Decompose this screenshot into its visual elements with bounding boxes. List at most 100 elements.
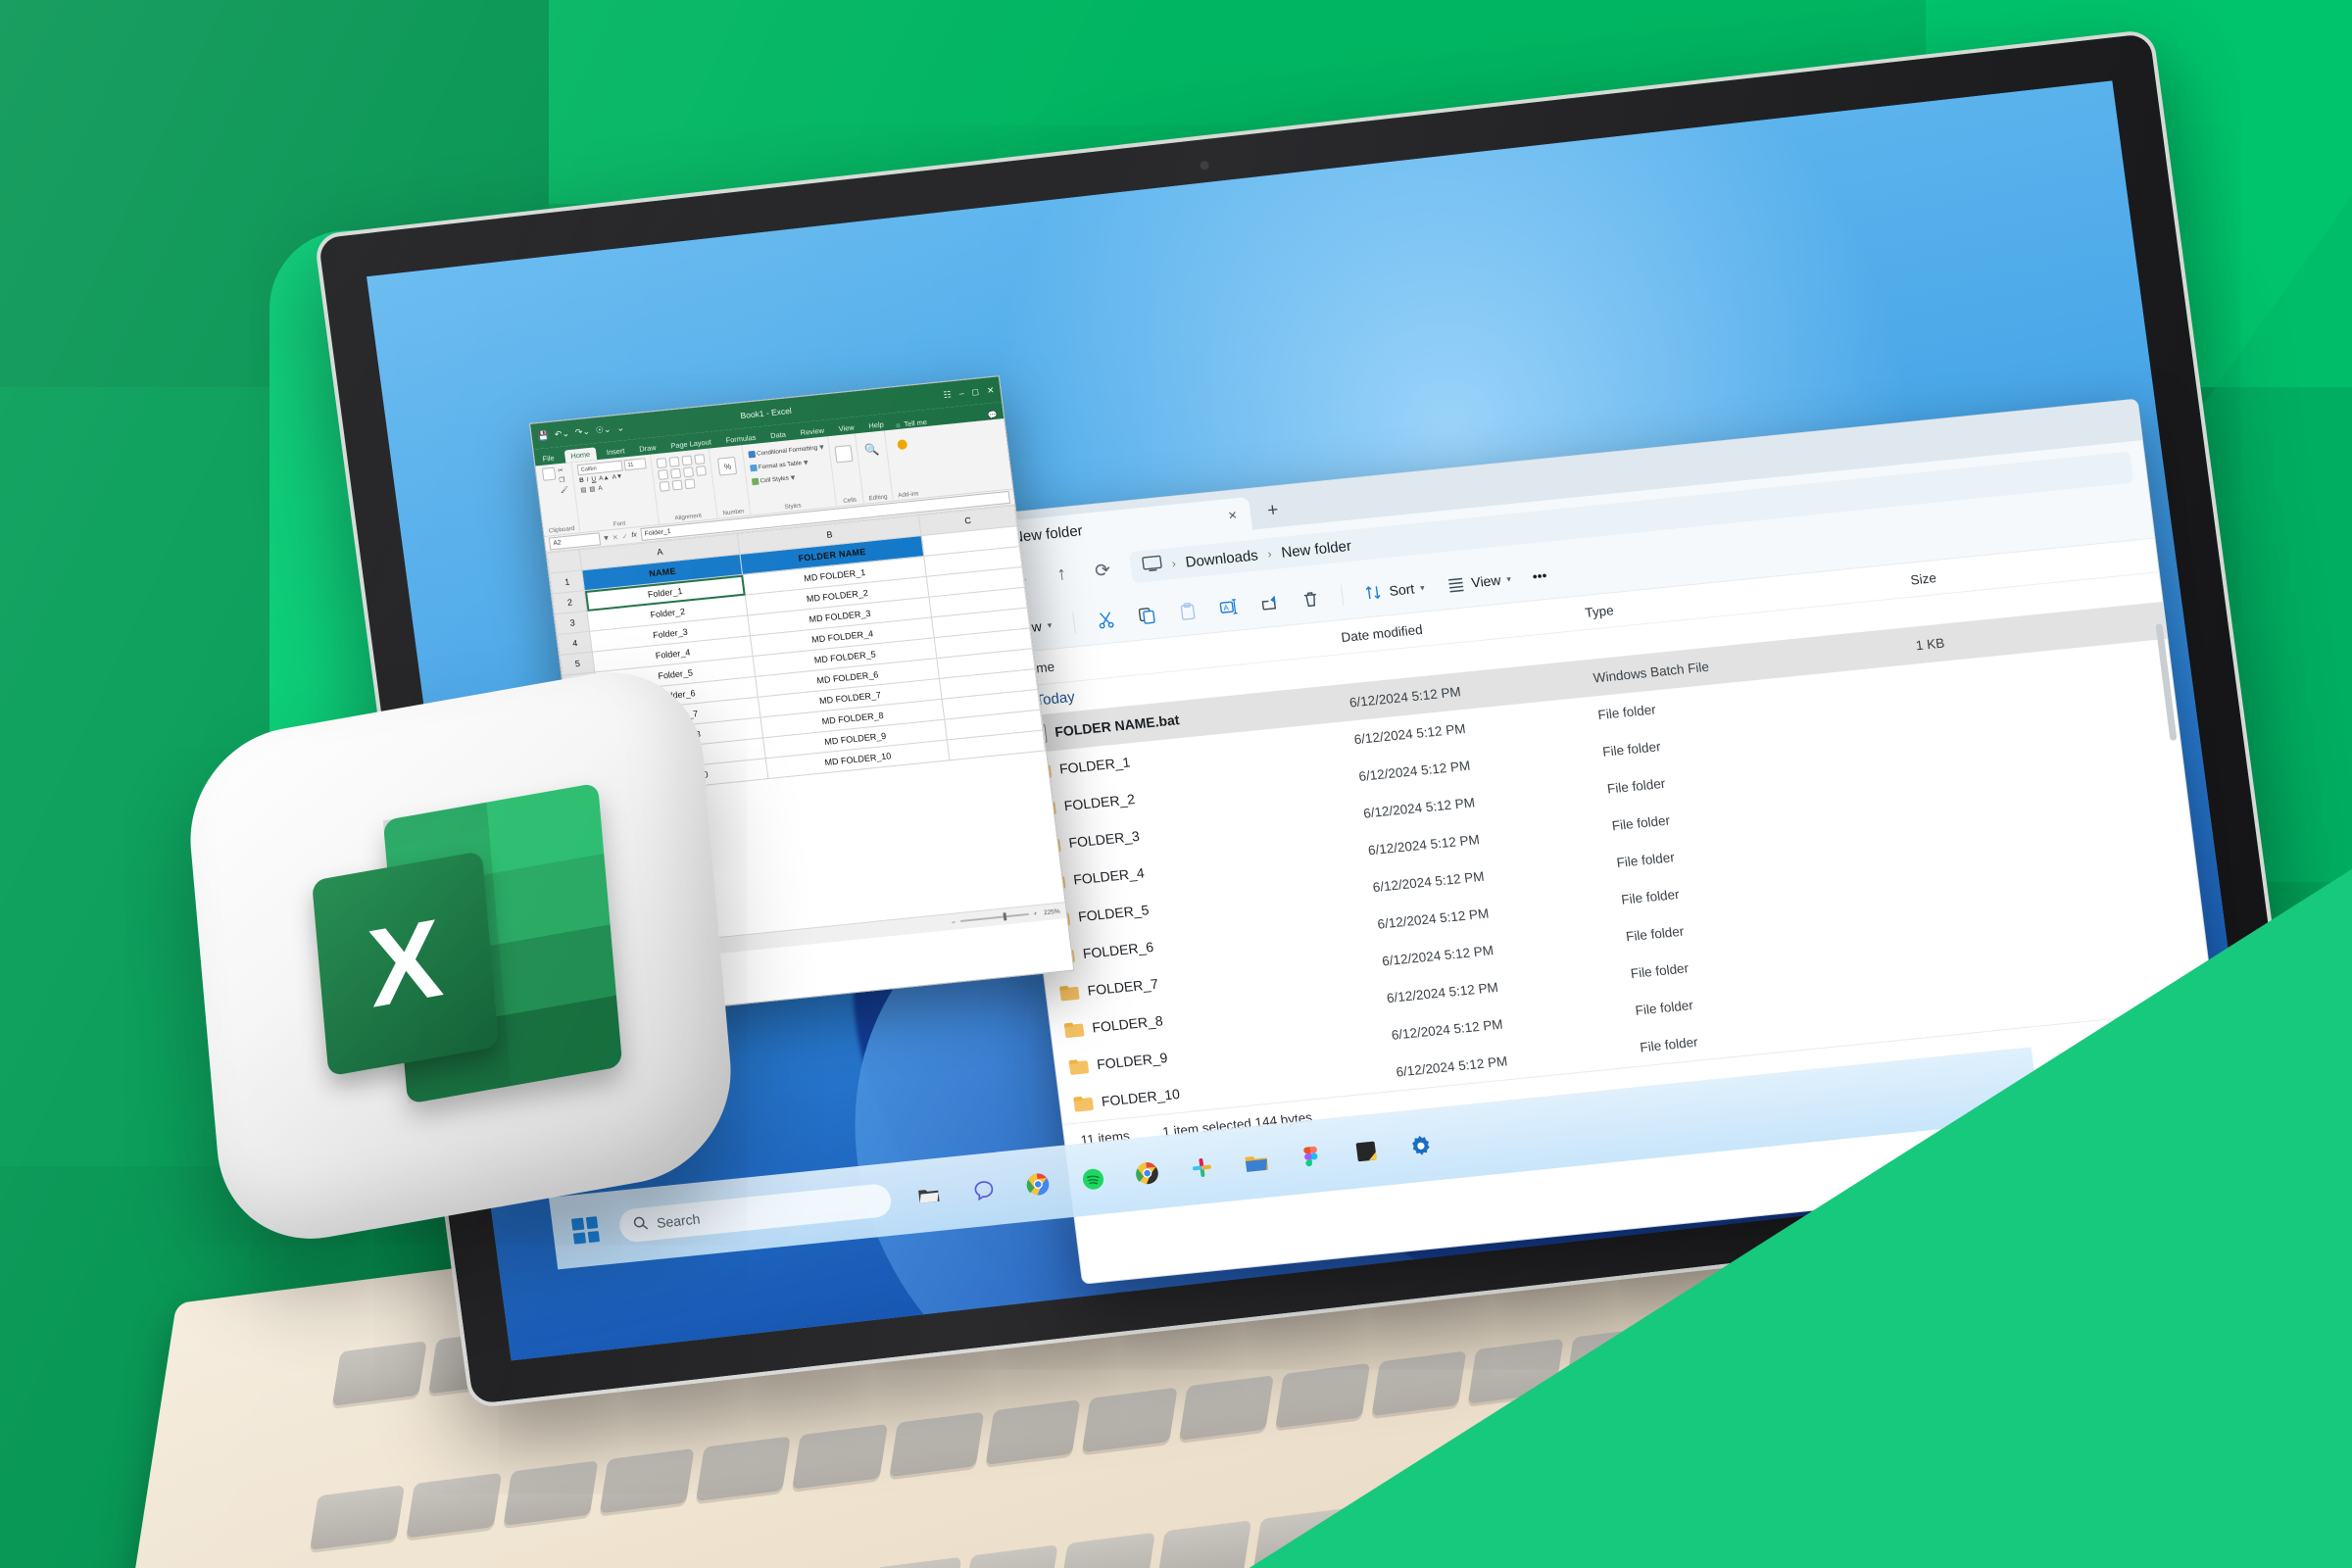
font-color-icon[interactable]: A bbox=[598, 484, 603, 491]
file-name-label: FOLDER NAME.bat bbox=[1054, 711, 1181, 740]
borders-icon[interactable]: ▤ bbox=[580, 485, 587, 494]
format-painter-icon[interactable]: 🖌 bbox=[560, 485, 568, 494]
increase-font-icon[interactable]: A▲ bbox=[599, 474, 610, 482]
ribbon-group-alignment[interactable]: Alignment bbox=[651, 448, 719, 525]
decrease-indent-icon[interactable] bbox=[660, 480, 671, 492]
align-center-icon[interactable] bbox=[670, 467, 682, 479]
excel-tab-data[interactable]: Data bbox=[765, 427, 790, 442]
orientation-icon[interactable] bbox=[694, 454, 707, 466]
keyboard-key bbox=[599, 1448, 695, 1514]
close-icon[interactable]: × bbox=[1227, 507, 1238, 524]
zoom-level[interactable]: 225% bbox=[1044, 907, 1060, 916]
excel-logo-x: X bbox=[312, 851, 500, 1077]
file-size-cell bbox=[1817, 714, 1967, 729]
increase-indent-icon[interactable] bbox=[671, 479, 684, 491]
taskbar-search-input[interactable]: Search bbox=[617, 1182, 894, 1244]
align-left-icon[interactable] bbox=[658, 468, 669, 480]
chevron-down-icon[interactable]: ▾ bbox=[604, 532, 610, 543]
customize-qat-icon[interactable]: ⌄ bbox=[616, 422, 625, 433]
enter-icon[interactable]: ✓ bbox=[621, 532, 628, 541]
toolbar-divider bbox=[1340, 584, 1345, 607]
refresh-icon[interactable]: ⟳ bbox=[1089, 557, 1117, 584]
add-ins-icon[interactable] bbox=[896, 439, 908, 451]
folder-icon bbox=[1064, 1021, 1085, 1038]
format-as-table-label: Format as Table bbox=[758, 460, 803, 471]
quick-access-toolbar[interactable]: 💾 ↶⌄ ↷⌄ ☉⌄ ⌄ bbox=[537, 422, 625, 441]
cut-icon[interactable]: ✂ bbox=[558, 466, 566, 475]
excel-tab-insert[interactable]: Insert bbox=[602, 444, 629, 460]
zoom-slider-knob[interactable] bbox=[1003, 912, 1007, 921]
find-select-icon[interactable]: 🔍 bbox=[864, 442, 881, 457]
excel-window-controls[interactable]: ☷ – ◻ ✕ bbox=[943, 384, 995, 400]
align-bottom-icon[interactable] bbox=[681, 455, 694, 466]
slack-icon[interactable] bbox=[1183, 1150, 1220, 1186]
undo-icon[interactable]: ↶⌄ bbox=[554, 427, 569, 438]
this-pc-icon bbox=[1142, 555, 1163, 576]
copy-icon[interactable] bbox=[1136, 605, 1157, 626]
excel-tab-help[interactable]: Help bbox=[864, 417, 889, 432]
breadcrumb-downloads[interactable]: Downloads bbox=[1185, 547, 1259, 570]
folder-icon[interactable] bbox=[1238, 1144, 1275, 1180]
cancel-icon[interactable]: ✕ bbox=[612, 533, 618, 542]
zoom-out-icon[interactable]: – bbox=[952, 918, 956, 925]
chrome-icon[interactable] bbox=[1129, 1155, 1166, 1192]
conditional-formatting-label: Conditional Formatting bbox=[756, 444, 818, 458]
number-format-icon[interactable]: % bbox=[717, 456, 738, 476]
share-icon[interactable] bbox=[1258, 592, 1280, 613]
insert-function-icon[interactable]: fx bbox=[631, 531, 637, 538]
underline-button[interactable]: U bbox=[591, 475, 596, 482]
more-options-button[interactable]: ••• bbox=[1532, 567, 1548, 584]
view-button[interactable]: View ▾ bbox=[1445, 569, 1512, 596]
comments-icon[interactable]: 💬 bbox=[987, 410, 1004, 420]
chrome-icon[interactable] bbox=[1019, 1166, 1056, 1202]
settings-gear-icon[interactable] bbox=[1401, 1127, 1439, 1163]
save-icon[interactable]: 💾 bbox=[537, 430, 549, 441]
redo-icon[interactable]: ↷⌄ bbox=[574, 425, 590, 436]
ribbon-display-icon[interactable]: ☷ bbox=[943, 389, 952, 401]
keyboard-key bbox=[406, 1473, 502, 1539]
fill-color-icon[interactable]: ▧ bbox=[589, 485, 596, 494]
bold-button[interactable]: B bbox=[579, 477, 584, 484]
svg-text:A: A bbox=[1222, 604, 1229, 613]
file-explorer-icon[interactable] bbox=[910, 1177, 948, 1213]
align-top-icon[interactable] bbox=[657, 458, 668, 468]
italic-button[interactable]: I bbox=[586, 476, 589, 483]
keyboard-key bbox=[889, 1411, 985, 1478]
chat-icon[interactable] bbox=[964, 1172, 1002, 1208]
wrap-text-icon[interactable] bbox=[696, 465, 708, 476]
excel-tab-draw[interactable]: Draw bbox=[635, 441, 662, 456]
cut-icon[interactable] bbox=[1095, 609, 1116, 630]
close-icon[interactable]: ✕ bbox=[986, 384, 995, 396]
file-size-cell bbox=[1836, 862, 1985, 877]
zoom-slider[interactable] bbox=[959, 912, 1029, 922]
breadcrumb-new-folder[interactable]: New folder bbox=[1280, 537, 1351, 561]
excel-tab-view[interactable]: View bbox=[834, 420, 858, 435]
font-size-input[interactable]: 11 bbox=[623, 458, 648, 471]
sort-button[interactable]: Sort ▾ bbox=[1362, 577, 1425, 603]
column-header-size[interactable]: Size bbox=[1798, 570, 1937, 599]
restore-icon[interactable]: ◻ bbox=[971, 386, 980, 398]
windows-start-icon[interactable] bbox=[570, 1216, 601, 1245]
spotify-icon[interactable] bbox=[1074, 1160, 1111, 1197]
up-icon[interactable]: ↑ bbox=[1048, 561, 1076, 588]
ribbon-group-font[interactable]: Calibri 11 B I U A▲ A▼ ▤ ▧ A Font bbox=[571, 454, 661, 533]
keyboard-key bbox=[1178, 1375, 1274, 1442]
paste-icon[interactable] bbox=[1176, 601, 1198, 622]
decrease-font-icon[interactable]: A▼ bbox=[612, 473, 622, 481]
align-right-icon[interactable] bbox=[683, 466, 695, 478]
new-tab-button[interactable]: + bbox=[1250, 493, 1296, 530]
excel-tab-file[interactable]: File bbox=[538, 451, 559, 466]
rename-icon[interactable]: A bbox=[1217, 597, 1239, 618]
notes-icon[interactable] bbox=[1348, 1133, 1385, 1169]
paste-icon[interactable] bbox=[541, 466, 557, 481]
merge-cells-icon[interactable] bbox=[684, 478, 697, 490]
zoom-in-icon[interactable]: + bbox=[1033, 910, 1038, 917]
figma-icon[interactable] bbox=[1293, 1139, 1330, 1175]
touch-mode-icon[interactable]: ☉⌄ bbox=[595, 423, 612, 434]
cells-icon[interactable] bbox=[834, 444, 854, 464]
copy-icon[interactable]: ❐ bbox=[559, 475, 567, 485]
align-middle-icon[interactable] bbox=[668, 456, 681, 467]
delete-icon[interactable] bbox=[1299, 588, 1321, 610]
minimize-icon[interactable]: – bbox=[958, 388, 964, 398]
ribbon-group-styles[interactable]: Conditional Formatting ▾ Format as Table… bbox=[741, 436, 838, 515]
